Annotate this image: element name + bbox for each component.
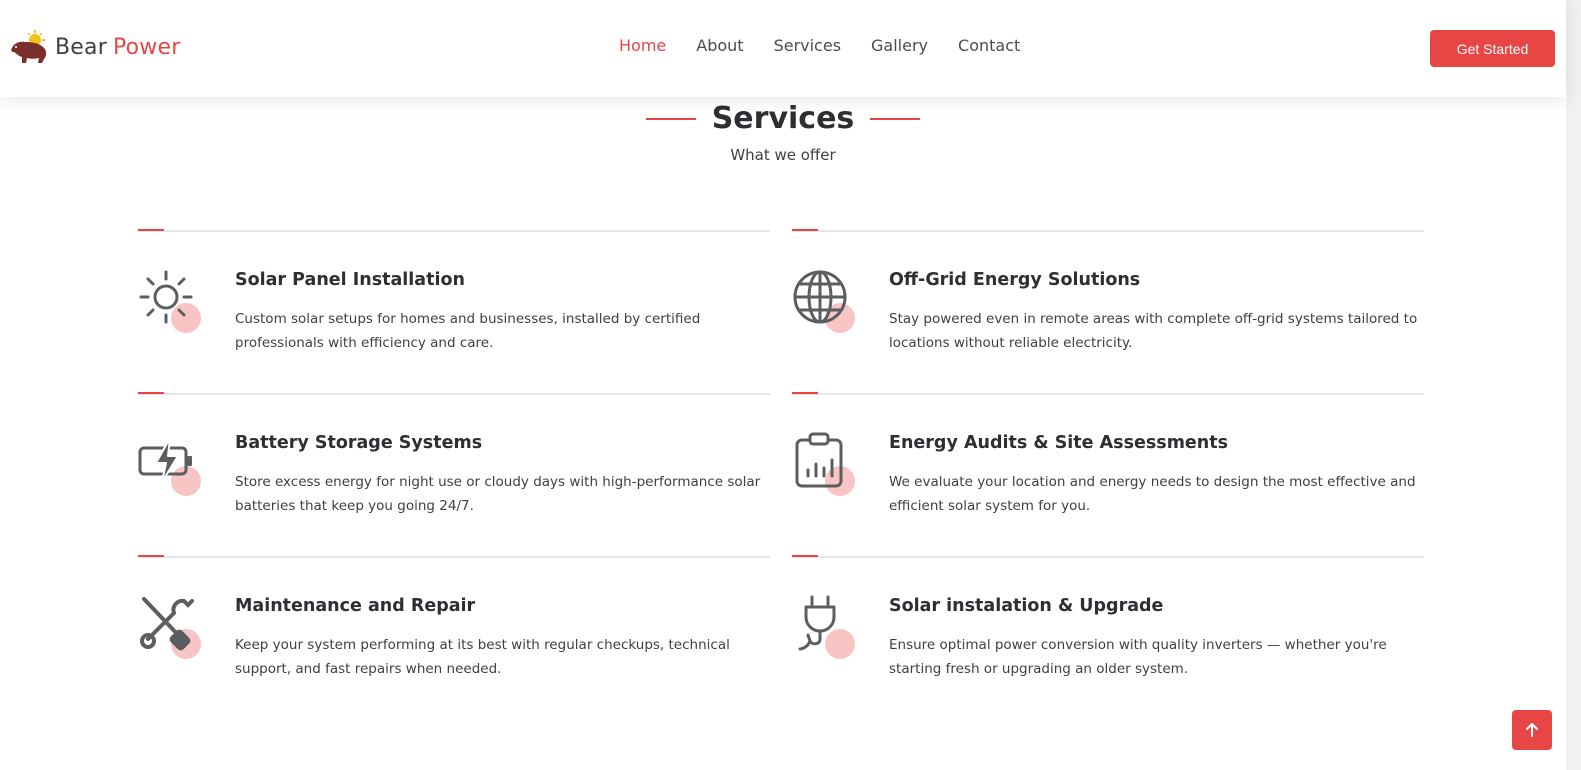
service-item: Energy Audits & Site Assessments We eval… (792, 392, 1424, 555)
section-subtitle: What we offer (730, 146, 836, 164)
divider (138, 230, 770, 232)
battery-charging-icon (138, 437, 192, 483)
service-title: Solar Panel Installation (235, 270, 465, 290)
divider (792, 556, 1424, 558)
service-item: Off-Grid Energy Solutions Stay powered e… (792, 229, 1424, 392)
services-section-header: Services What we offer (0, 98, 1566, 164)
nav-item-services[interactable]: Services (774, 36, 841, 55)
divider-accent (792, 392, 818, 394)
service-icon-wrap (138, 432, 208, 496)
main-nav: Home About Services Gallery Contact (619, 36, 1020, 55)
service-title: Maintenance and Repair (235, 596, 476, 616)
nav-item-gallery[interactable]: Gallery (871, 36, 928, 55)
title-line-left (645, 118, 696, 120)
service-description: Store excess energy for night use or clo… (235, 474, 761, 514)
divider-accent (138, 229, 164, 231)
divider-accent (138, 392, 164, 394)
service-item: Solar Panel Installation Custom solar se… (138, 229, 770, 392)
divider-accent (138, 555, 164, 557)
title-line-right (870, 118, 921, 120)
service-title: Off-Grid Energy Solutions (889, 270, 1141, 290)
service-icon-wrap (792, 595, 862, 659)
tools-icon (140, 597, 194, 651)
arrow-up-icon (1526, 723, 1538, 737)
nav-item-contact[interactable]: Contact (958, 36, 1020, 55)
service-description: Keep your system performing at its best … (235, 637, 730, 677)
nav-item-about[interactable]: About (696, 36, 743, 55)
divider (792, 393, 1424, 395)
sun-icon (139, 270, 193, 324)
service-description: We evaluate your location and energy nee… (889, 474, 1416, 514)
clipboard-chart-icon (795, 432, 843, 488)
site-header: Bear Power Home About Services Gallery Co… (0, 0, 1566, 97)
nav-item-home[interactable]: Home (619, 36, 666, 55)
service-item: Maintenance and Repair Keep your system … (138, 555, 770, 718)
brand-name-part2: Power (112, 34, 181, 60)
service-description: Custom solar setups for homes and busine… (235, 311, 701, 351)
service-description: Ensure optimal power conversion with qua… (889, 637, 1387, 677)
page-scrollbar[interactable] (1566, 0, 1581, 770)
service-description: Stay powered even in remote areas with c… (889, 311, 1418, 351)
service-icon-wrap (792, 269, 862, 333)
service-title: Energy Audits & Site Assessments (889, 433, 1229, 453)
back-to-top-button[interactable] (1512, 710, 1552, 750)
brand-name: Bear Power (55, 35, 180, 60)
service-icon-wrap (138, 269, 208, 333)
services-grid: Solar Panel Installation Custom solar se… (138, 229, 1424, 718)
service-title: Battery Storage Systems (235, 433, 483, 453)
divider (138, 556, 770, 558)
globe-icon (793, 270, 847, 324)
brand-name-part1: Bear (55, 34, 107, 60)
service-title: Solar instalation & Upgrade (889, 596, 1164, 616)
service-item: Battery Storage Systems Store excess ene… (138, 392, 770, 555)
section-title: Services (711, 101, 855, 136)
divider (138, 393, 770, 395)
plug-icon (798, 595, 836, 651)
section-title-row: Services (0, 98, 1566, 140)
divider-accent (792, 555, 818, 557)
bear-sun-logo-icon (11, 30, 47, 63)
get-started-button[interactable]: Get Started (1430, 30, 1555, 67)
divider-accent (792, 229, 818, 231)
service-icon-wrap (792, 432, 862, 496)
service-icon-wrap (138, 595, 208, 659)
brand-logo[interactable]: Bear Power (9, 30, 180, 64)
service-item: Solar instalation & Upgrade Ensure optim… (792, 555, 1424, 718)
divider (792, 230, 1424, 232)
